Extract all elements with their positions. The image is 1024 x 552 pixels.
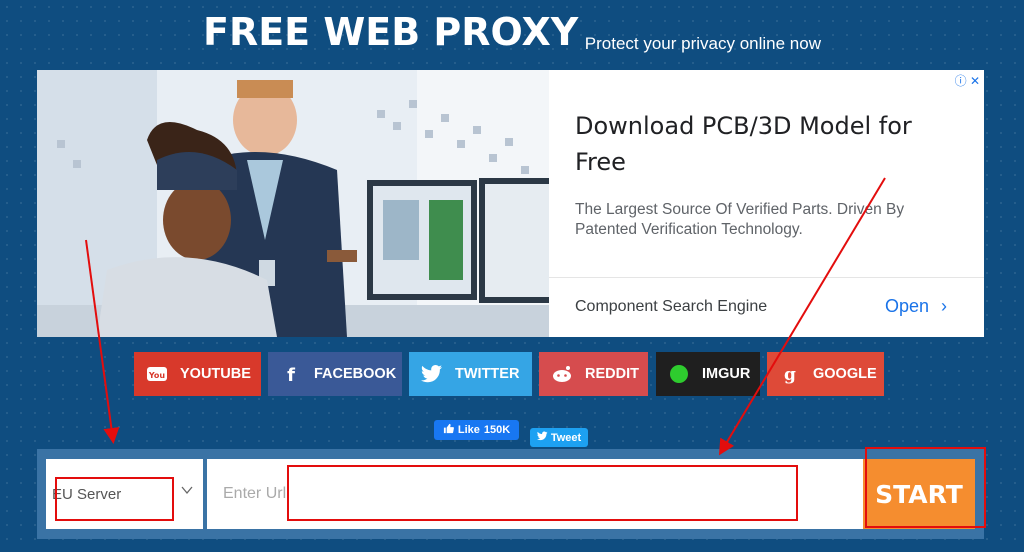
ad-close-icons[interactable]: ⓘ ✕ — [955, 72, 980, 89]
like-count: 150K — [483, 424, 511, 436]
reddit-icon — [539, 364, 585, 384]
imgur-icon — [656, 364, 702, 384]
page-subtitle: Protect your privacy online now — [584, 34, 821, 53]
facebook-icon: f — [268, 364, 314, 384]
google-icon: g — [767, 364, 813, 384]
chevron-down-icon — [181, 483, 193, 500]
ad-cta-text[interactable]: Component Search Engine — [575, 298, 767, 316]
share-twitter-button[interactable]: TWITTER — [409, 352, 532, 396]
server-select[interactable]: EU Server — [46, 459, 203, 529]
share-youtube-label: YOUTUBE — [180, 366, 251, 382]
tweet-button[interactable]: Tweet — [530, 428, 588, 447]
share-twitter-label: TWITTER — [455, 366, 520, 382]
facebook-like-button[interactable]: Like 150K — [434, 420, 519, 440]
share-imgur-button[interactable]: IMGUR — [656, 352, 760, 396]
svg-text:You: You — [148, 371, 166, 380]
share-reddit-label: REDDIT — [585, 366, 639, 382]
svg-text:g: g — [784, 365, 796, 384]
share-imgur-label: IMGUR — [702, 366, 751, 382]
share-youtube-button[interactable]: You YOUTUBE — [134, 352, 261, 396]
svg-text:f: f — [287, 365, 295, 384]
share-google-button[interactable]: g GOOGLE — [767, 352, 884, 396]
advertisement[interactable]: ⓘ ✕ Download PCB/3D Model for Free The L… — [37, 70, 984, 337]
page-title: FREE WEB PROXY — [203, 10, 579, 54]
ad-divider — [549, 277, 984, 278]
ad-image[interactable] — [37, 70, 549, 337]
share-facebook-button[interactable]: f FACEBOOK — [268, 352, 402, 396]
url-input[interactable] — [207, 459, 863, 529]
share-google-label: GOOGLE — [813, 366, 877, 382]
ad-description: The Largest Source Of Verified Parts. Dr… — [575, 201, 905, 238]
tweet-label: Tweet — [550, 431, 582, 444]
thumbs-up-icon — [443, 423, 454, 437]
share-facebook-label: FACEBOOK — [314, 366, 397, 382]
server-select-value: EU Server — [52, 486, 122, 503]
share-reddit-button[interactable]: REDDIT — [539, 352, 648, 396]
ad-headline[interactable]: Download PCB/3D Model for Free — [575, 108, 970, 180]
ad-open-link[interactable]: Open — [885, 296, 929, 317]
twitter-icon — [409, 364, 455, 384]
youtube-icon: You — [134, 363, 180, 385]
twitter-bird-icon — [536, 431, 548, 444]
like-label: Like — [457, 424, 480, 436]
start-button[interactable]: START — [863, 459, 975, 529]
page-header: FREE WEB PROXY Protect your privacy onli… — [0, 10, 1024, 54]
chevron-right-icon[interactable]: › — [941, 296, 947, 317]
